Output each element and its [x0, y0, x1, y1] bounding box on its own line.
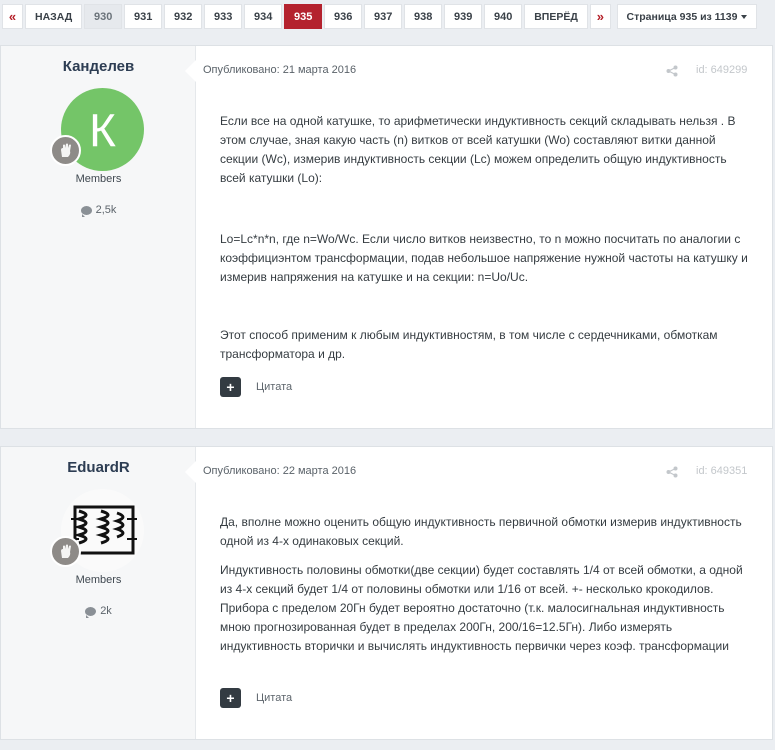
- post-arrow: [185, 461, 196, 483]
- page-938[interactable]: 938: [404, 4, 443, 29]
- page-930[interactable]: 930: [84, 4, 123, 29]
- post-count: 2,5k: [1, 204, 196, 217]
- plus-icon: +: [226, 690, 235, 706]
- multiquote-plus-button[interactable]: +: [220, 688, 241, 708]
- post-paragraph: Индуктивность половины обмотки(две секци…: [220, 563, 743, 653]
- quote-row: + Цитата: [220, 377, 292, 397]
- page-940[interactable]: 940: [484, 4, 523, 29]
- quote-button[interactable]: Цитата: [256, 381, 292, 393]
- multiquote-plus-button[interactable]: +: [220, 377, 241, 397]
- share-icon[interactable]: [666, 466, 678, 478]
- page-934[interactable]: 934: [244, 4, 283, 29]
- post-body: Индуктивность половины обмотки(две секци…: [220, 561, 755, 664]
- post-id: id: 649351: [696, 465, 748, 477]
- quote-button[interactable]: Цитата: [256, 692, 292, 704]
- page-931[interactable]: 931: [124, 4, 163, 29]
- comment-icon: [80, 205, 92, 217]
- post-date[interactable]: Опубликовано: 21 марта 2016: [203, 64, 356, 76]
- post-count-value: 2,5k: [95, 204, 117, 216]
- page-info: Страница 935 из 1139: [626, 10, 738, 23]
- post-id: id: 649299: [696, 64, 748, 76]
- author-name[interactable]: Канделев: [1, 58, 196, 75]
- prev-page-button[interactable]: НАЗАД: [25, 4, 83, 29]
- post-body: Этот способ применим к любым индуктивнос…: [220, 326, 755, 372]
- page-932[interactable]: 932: [164, 4, 203, 29]
- author-name[interactable]: EduardR: [1, 459, 196, 476]
- page-935-active[interactable]: 935: [284, 4, 323, 29]
- post-count-value: 2k: [100, 605, 112, 617]
- post: Канделев К Members 2,5k Опубликовано: 21…: [0, 45, 773, 429]
- page-936[interactable]: 936: [324, 4, 363, 29]
- caret-down-icon: [741, 14, 748, 19]
- page-jump-dropdown[interactable]: Страница 935 из 1139: [617, 4, 757, 29]
- rank-badge-icon: [50, 536, 81, 567]
- double-right-arrow-icon: »: [596, 9, 604, 24]
- post-arrow: [185, 60, 196, 82]
- rank-badge-icon: [50, 135, 81, 166]
- page-933[interactable]: 933: [204, 4, 243, 29]
- next-page-button[interactable]: ВПЕРЁД: [524, 4, 588, 29]
- post-body: Да, вполне можно оценить общую индуктивн…: [220, 513, 755, 559]
- avatar-letter: К: [89, 103, 116, 156]
- last-page-button[interactable]: »: [589, 4, 611, 29]
- page-937[interactable]: 937: [364, 4, 403, 29]
- share-icon[interactable]: [666, 65, 678, 77]
- post-paragraph: Да, вполне можно оценить общую индуктивн…: [220, 515, 742, 548]
- post-paragraph: Lo=Lc*n*n, где n=Wo/Wc. Если число витко…: [220, 232, 748, 284]
- post-count: 2k: [1, 605, 196, 618]
- plus-icon: +: [226, 379, 235, 395]
- post-paragraph: Если все на одной катушке, то арифметиче…: [220, 114, 736, 185]
- first-page-button[interactable]: «: [2, 4, 23, 29]
- pagination: « НАЗАД 930 931 932 933 934 935 936 937 …: [2, 4, 611, 29]
- double-left-arrow-icon: «: [8, 9, 17, 24]
- member-group: Members: [75, 173, 122, 185]
- post-date[interactable]: Опубликовано: 22 марта 2016: [203, 465, 356, 477]
- post: EduardR Members 2k Опубликовано: 22 март…: [0, 446, 773, 740]
- post-body: Lo=Lc*n*n, где n=Wo/Wc. Если число витко…: [220, 230, 755, 295]
- page-939[interactable]: 939: [444, 4, 483, 29]
- post-paragraph: Этот способ применим к любым индуктивнос…: [220, 328, 718, 361]
- author-panel: Канделев К Members 2,5k: [1, 46, 196, 428]
- author-panel: EduardR Members 2k: [1, 447, 196, 739]
- member-group: Members: [75, 574, 122, 586]
- comment-icon: [85, 606, 97, 618]
- post-body: Если все на одной катушке, то арифметиче…: [220, 112, 755, 196]
- quote-row: + Цитата: [220, 688, 292, 708]
